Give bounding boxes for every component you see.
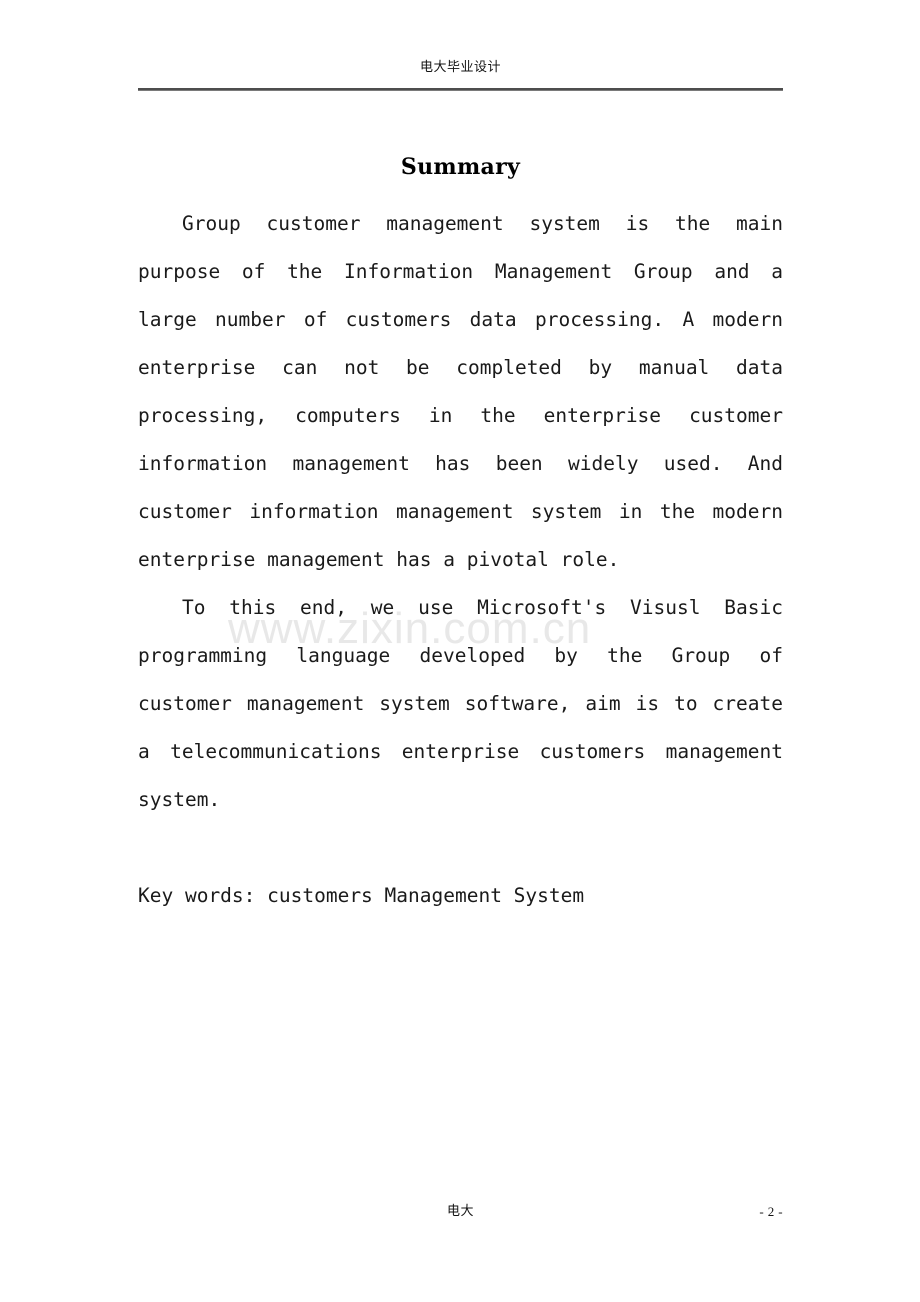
document-body: Summary Group customer management system… [138, 150, 783, 920]
page-number: - 2 - [759, 1204, 783, 1219]
footer-label: 电大 [446, 1204, 474, 1219]
keywords-line: Key words: customers Management System [138, 884, 585, 907]
abstract-paragraph-2: To this end, we use Microsoft's Visusl B… [138, 596, 783, 811]
page-header: 电大毕业设计 [138, 58, 783, 77]
header-divider-rule [138, 88, 783, 91]
page-title: Summary [400, 154, 521, 180]
page-footer: 电大 - 2 - [138, 1202, 783, 1228]
abstract-paragraph-1: Group customer management system is the … [138, 212, 783, 571]
page-header-title: 电大毕业设计 [419, 60, 501, 75]
document-page: 电大毕业设计 www.zixin.com.cn Summary Group cu… [0, 0, 920, 1302]
